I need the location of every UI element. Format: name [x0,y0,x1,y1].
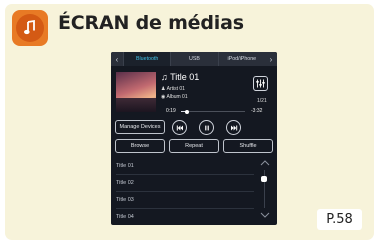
music-note-icon [12,10,48,46]
next-track-button[interactable] [226,120,241,135]
person-icon: ♟ [161,86,166,92]
list-item[interactable]: Title 02 [116,175,254,192]
skip-back-icon [176,125,183,130]
tab-usb[interactable]: USB [170,52,217,66]
page-title: ÉCRAN de médias [58,12,244,34]
progress-knob[interactable] [184,109,189,114]
remaining-time: -3:32 [251,108,263,114]
tab-bluetooth[interactable]: Bluetooth [123,52,171,66]
elapsed-time: 0:19 [166,108,176,114]
repeat-button[interactable]: Repeat [169,139,219,153]
disc-icon: ◉ [161,94,166,100]
source-tabs: ‹ Bluetooth USB iPod/iPhone › [111,52,277,66]
list-item[interactable]: Title 03 [116,192,254,209]
media-screen: ‹ Bluetooth USB iPod/iPhone › ♫ Title 01… [111,52,277,225]
tab-prev-icon[interactable]: ‹ [111,52,123,66]
skip-forward-icon [230,125,237,130]
scroll-up-icon[interactable] [259,159,271,167]
equalizer-button[interactable] [253,76,268,91]
scrollbar-thumb[interactable] [261,176,267,182]
scroll-down-icon[interactable] [259,211,271,219]
list-item[interactable]: Title 04 [116,209,254,225]
list-item[interactable]: Title 01 [116,158,254,175]
manage-devices-button[interactable]: Manage Devices [115,120,165,134]
browse-button[interactable]: Browse [115,139,165,153]
equalizer-icon [256,79,265,88]
progress-bar[interactable] [181,109,245,114]
shuffle-button[interactable]: Shuffle [223,139,273,153]
pause-button[interactable] [199,120,214,135]
tab-ipod[interactable]: iPod/iPhone [217,52,265,66]
album-art [116,72,156,112]
pause-icon [204,125,209,130]
track-number: 1/21 [257,98,267,104]
previous-track-button[interactable] [172,120,187,135]
album-line: ◉ Album 01 [161,94,188,100]
page-reference: P.58 [317,209,362,230]
artist-line: ♟ Artist 01 [161,86,185,92]
track-title: ♫ Title 01 [161,72,200,82]
tab-next-icon[interactable]: › [265,52,277,66]
